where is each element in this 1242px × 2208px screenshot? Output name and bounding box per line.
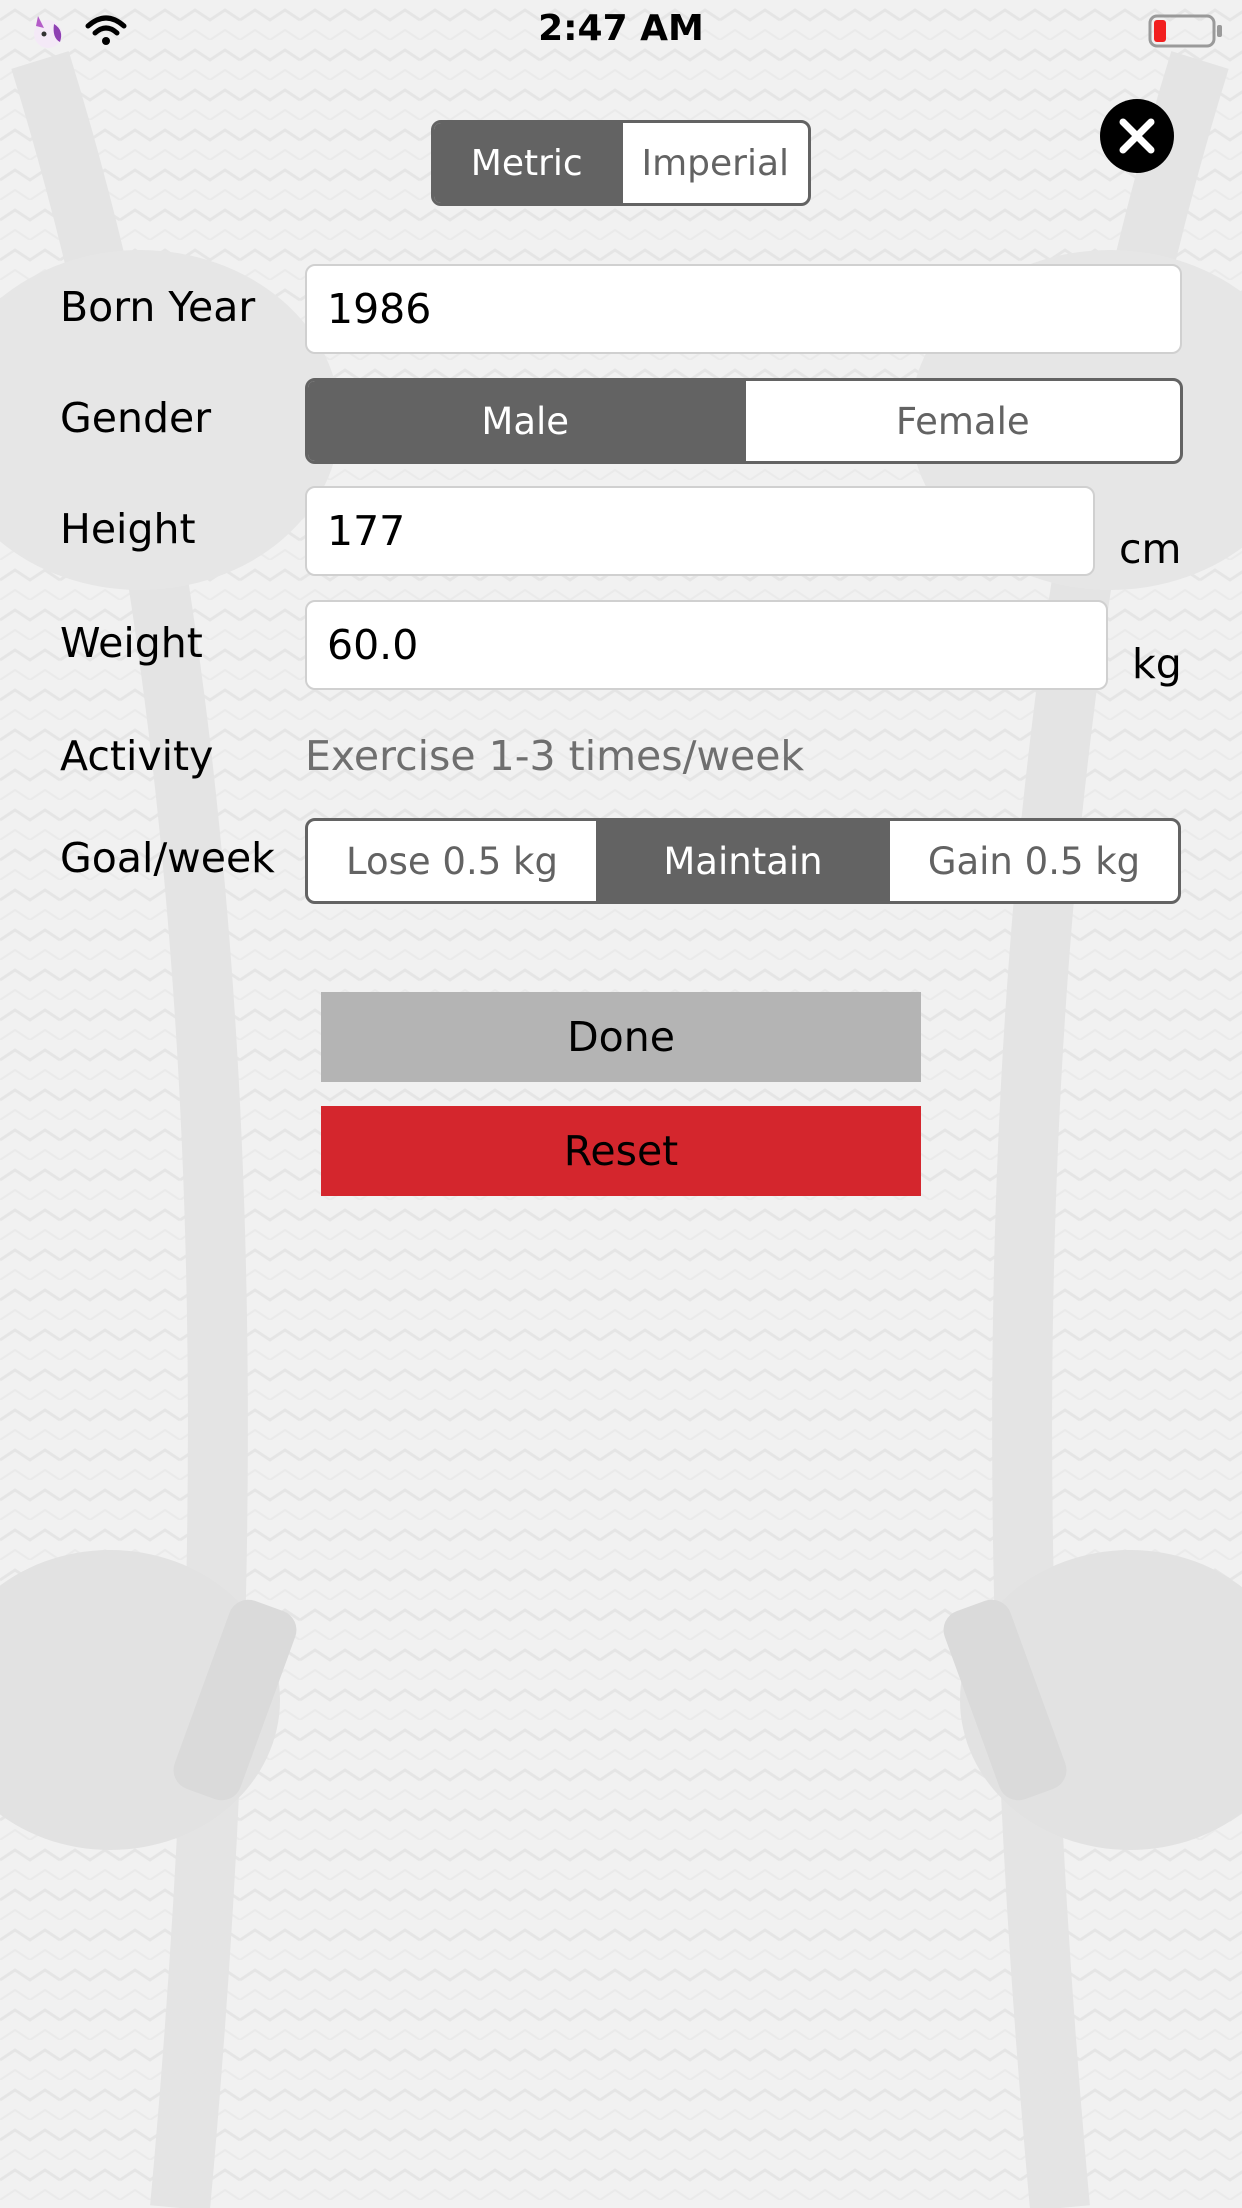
- done-button[interactable]: Done: [321, 992, 921, 1082]
- activity-label: Activity: [60, 732, 214, 780]
- born-year-label: Born Year: [60, 283, 256, 331]
- status-bar: 2:47 AM: [0, 0, 1242, 60]
- gain-segment[interactable]: Gain 0.5 kg: [887, 821, 1178, 901]
- goal-segmented-control: Lose 0.5 kg Maintain Gain 0.5 kg: [305, 818, 1181, 904]
- reset-button[interactable]: Reset: [321, 1106, 921, 1196]
- settings-screen: 2:47 AM Metric Imperial Born Year 1986 G…: [0, 0, 1242, 2208]
- close-button[interactable]: [1100, 99, 1174, 173]
- weight-label: Weight: [60, 619, 203, 667]
- activity-value[interactable]: Exercise 1-3 times/week: [305, 732, 804, 780]
- height-input[interactable]: 177: [305, 486, 1095, 576]
- imperial-segment[interactable]: Imperial: [619, 123, 809, 203]
- gender-label: Gender: [60, 394, 212, 442]
- height-label: Height: [60, 505, 196, 553]
- weight-unit-label: kg: [1132, 640, 1182, 688]
- status-time: 2:47 AM: [538, 8, 704, 49]
- battery-low-icon: [1148, 14, 1222, 48]
- born-year-input[interactable]: 1986: [305, 264, 1182, 354]
- gender-segmented-control: Male Female: [305, 378, 1183, 464]
- unicorn-icon: [34, 16, 62, 48]
- maintain-segment[interactable]: Maintain: [596, 821, 887, 901]
- height-unit-label: cm: [1119, 525, 1182, 573]
- close-icon: [1119, 118, 1155, 154]
- female-segment[interactable]: Female: [742, 381, 1181, 461]
- metric-segment[interactable]: Metric: [434, 123, 620, 203]
- weight-input[interactable]: 60.0: [305, 600, 1108, 690]
- wifi-icon: [85, 15, 127, 45]
- unit-system-segmented-control: Metric Imperial: [431, 120, 811, 206]
- goal-week-label: Goal/week: [60, 834, 275, 882]
- male-segment[interactable]: Male: [308, 381, 743, 461]
- lose-segment[interactable]: Lose 0.5 kg: [308, 821, 596, 901]
